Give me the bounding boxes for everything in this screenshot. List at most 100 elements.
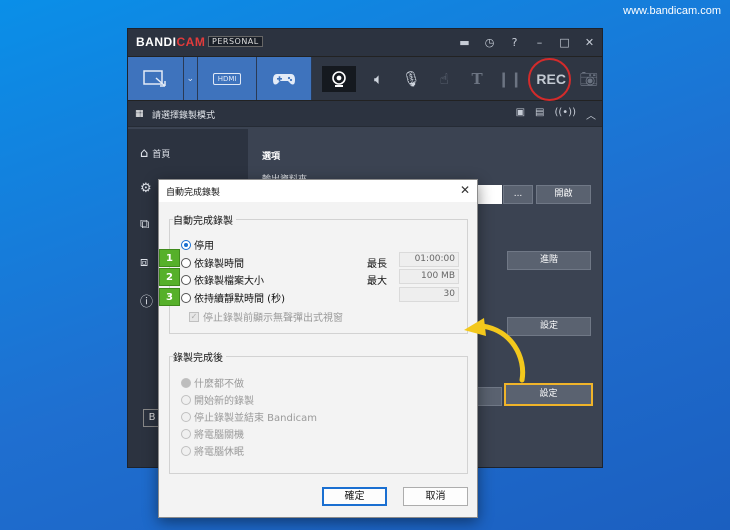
image-settings-icon: ⧈ — [140, 255, 149, 270]
dialog-title-bar: 自動完成錄製 ✕ — [159, 180, 477, 202]
radio-do-nothing[interactable]: 什麼都不做 — [181, 375, 244, 390]
toolbar: ⌄ HDMI 🔈︎ 🎙︎ ☝︎ T ❙❙ REC 📷︎ — [128, 56, 602, 101]
video-icon[interactable]: ▣ — [516, 107, 525, 122]
radio-by-silence[interactable]: 依持續靜默時間 (秒) — [181, 290, 285, 305]
microphone-button[interactable]: 🎙︎ — [395, 57, 428, 100]
radio-start-new-label: 開始新的錄製 — [194, 396, 254, 407]
maximize-icon[interactable]: □ — [552, 36, 577, 49]
advanced-button[interactable]: 進階 — [507, 251, 591, 270]
webcam-button[interactable] — [316, 57, 362, 100]
screen-mode-button[interactable] — [128, 57, 184, 100]
screenshot-button[interactable]: 📷︎ — [576, 57, 602, 100]
hdmi-icon: HDMI — [212, 72, 242, 85]
folder-icon[interactable]: ▬ — [452, 36, 477, 49]
radio-exit-bandicam[interactable]: 停止錄製並結束 Bandicam — [181, 409, 317, 424]
radio-shutdown-label: 將電腦關機 — [194, 430, 244, 441]
home-icon: ⌂ — [140, 146, 149, 161]
radio-by-silence-label: 依持續靜默時間 (秒) — [194, 294, 285, 305]
step-badge-3: 3 — [159, 288, 180, 306]
checkbox-checked-icon: ✓ — [189, 311, 199, 322]
sidebar-item-general[interactable]: ⚙ — [140, 181, 152, 196]
radio-disable-label: 停用 — [194, 241, 214, 252]
speaker-icon: 🔈︎ — [373, 69, 383, 88]
radio-sleep[interactable]: 將電腦休眠 — [181, 443, 244, 458]
radio-by-time-label: 依錄製時間 — [194, 259, 244, 270]
radio-sleep-label: 將電腦休眠 — [194, 447, 244, 458]
silence-popup-label: 停止錄製前顯示無聲彈出式視窗 — [203, 313, 343, 324]
max-time-field[interactable]: 01:00:00 — [399, 252, 459, 267]
sidebar-item-image[interactable]: ⧈ — [140, 255, 148, 270]
chevron-down-icon: ⌄ — [186, 73, 194, 84]
clock-icon[interactable]: ◷ — [477, 36, 502, 49]
cancel-button[interactable]: 取消 — [403, 487, 468, 506]
close-icon[interactable]: ✕ — [577, 36, 602, 49]
browse-button[interactable]: ... — [503, 185, 533, 204]
radio-disable[interactable]: 停用 — [181, 237, 214, 252]
app-logo: BANDICAM — [136, 35, 206, 49]
broadcast-icon[interactable]: ((•)) — [554, 107, 576, 122]
mode-bar: ▦ 請選擇錄製模式 ▣ ▤ ((•)) ︿ — [128, 101, 602, 127]
options-title: 選項 — [262, 152, 281, 162]
mode-select-label: 請選擇錄製模式 — [152, 111, 216, 121]
auto-complete-settings-button[interactable]: 設定 — [504, 383, 593, 406]
radio-start-new[interactable]: 開始新的錄製 — [181, 392, 254, 407]
cursor-click-icon: ☝︎ — [439, 69, 449, 88]
pause-button[interactable]: ❙❙ — [493, 57, 526, 100]
auto-complete-group-label: 自動完成錄製 — [173, 212, 236, 227]
radio-disabled-icon — [181, 428, 191, 439]
dialog-title: 自動完成錄製 — [166, 188, 221, 198]
mouse-effect-button[interactable]: ☝︎ — [428, 57, 461, 100]
rec-highlight-circle — [528, 58, 572, 101]
step-badge-1: 1 — [159, 249, 180, 267]
max-time-label: 最長 — [367, 259, 387, 270]
auto-complete-dialog: 自動完成錄製 ✕ 自動完成錄製 停用 依錄製時間 依錄製檔案大小 依持續靜默時間… — [158, 179, 478, 518]
text-overlay-button[interactable]: T — [461, 57, 494, 100]
screen-rect-icon — [143, 69, 167, 87]
record-button[interactable]: REC — [526, 57, 576, 101]
pause-icon: ❙❙ — [497, 69, 523, 88]
gamepad-icon — [273, 73, 296, 84]
radio-by-size[interactable]: 依錄製檔案大小 — [181, 272, 264, 287]
ok-button[interactable]: 確定 — [322, 487, 387, 506]
microphone-icon: 🎙︎ — [401, 69, 421, 88]
collapse-icon[interactable]: ︿ — [586, 107, 596, 122]
speaker-button[interactable]: 🔈︎ — [362, 57, 395, 100]
image-icon[interactable]: ▤ — [535, 107, 544, 122]
open-folder-button[interactable]: 開啟 — [536, 185, 591, 204]
radio-disabled-icon — [181, 394, 191, 405]
sidebar-item-about[interactable]: ⓘ — [140, 291, 153, 310]
watermark: www.bandicam.com — [623, 5, 721, 17]
video-settings-icon: ⧉ — [140, 217, 150, 232]
step-badge-2: 2 — [159, 268, 180, 286]
radio-disabled-icon — [181, 411, 191, 422]
radio-icon — [181, 257, 191, 268]
max-size-label: 最大 — [367, 276, 387, 287]
callout-arrow — [464, 318, 526, 383]
info-icon: ⓘ — [140, 295, 154, 310]
game-mode-button[interactable] — [257, 57, 313, 100]
dialog-close-icon[interactable]: ✕ — [460, 183, 470, 197]
minimize-icon[interactable]: – — [527, 36, 552, 49]
help-icon[interactable]: ? — [502, 36, 527, 49]
grid-icon: ▦ — [135, 109, 144, 119]
radio-by-time[interactable]: 依錄製時間 — [181, 255, 244, 270]
after-recording-group-label: 錄製完成後 — [173, 349, 226, 364]
radio-disabled-icon — [181, 445, 191, 456]
radio-by-size-label: 依錄製檔案大小 — [194, 276, 264, 287]
mode-dropdown-button[interactable]: ⌄ — [183, 57, 198, 100]
silence-seconds-field[interactable]: 30 — [399, 287, 459, 302]
radio-exit-bandicam-label: 停止錄製並結束 Bandicam — [194, 413, 317, 424]
webcam-icon — [332, 70, 346, 87]
sidebar-item-video[interactable]: ⧉ — [140, 217, 149, 232]
radio-icon — [181, 292, 191, 303]
title-bar: BANDICAM PERSONAL ▬ ◷ ? – □ ✕ — [128, 29, 602, 56]
device-mode-button[interactable]: HDMI — [197, 57, 258, 100]
silence-popup-checkbox[interactable]: ✓ 停止錄製前顯示無聲彈出式視窗 — [189, 309, 343, 324]
radio-selected-disabled-icon — [181, 377, 191, 388]
sidebar-home-label: 首頁 — [152, 150, 171, 160]
max-size-field[interactable]: 100 MB — [399, 269, 459, 284]
sidebar-item-home[interactable]: ⌂ 首頁 — [140, 146, 170, 161]
radio-do-nothing-label: 什麼都不做 — [194, 379, 244, 390]
radio-icon — [181, 274, 191, 285]
radio-shutdown[interactable]: 將電腦關機 — [181, 426, 244, 441]
